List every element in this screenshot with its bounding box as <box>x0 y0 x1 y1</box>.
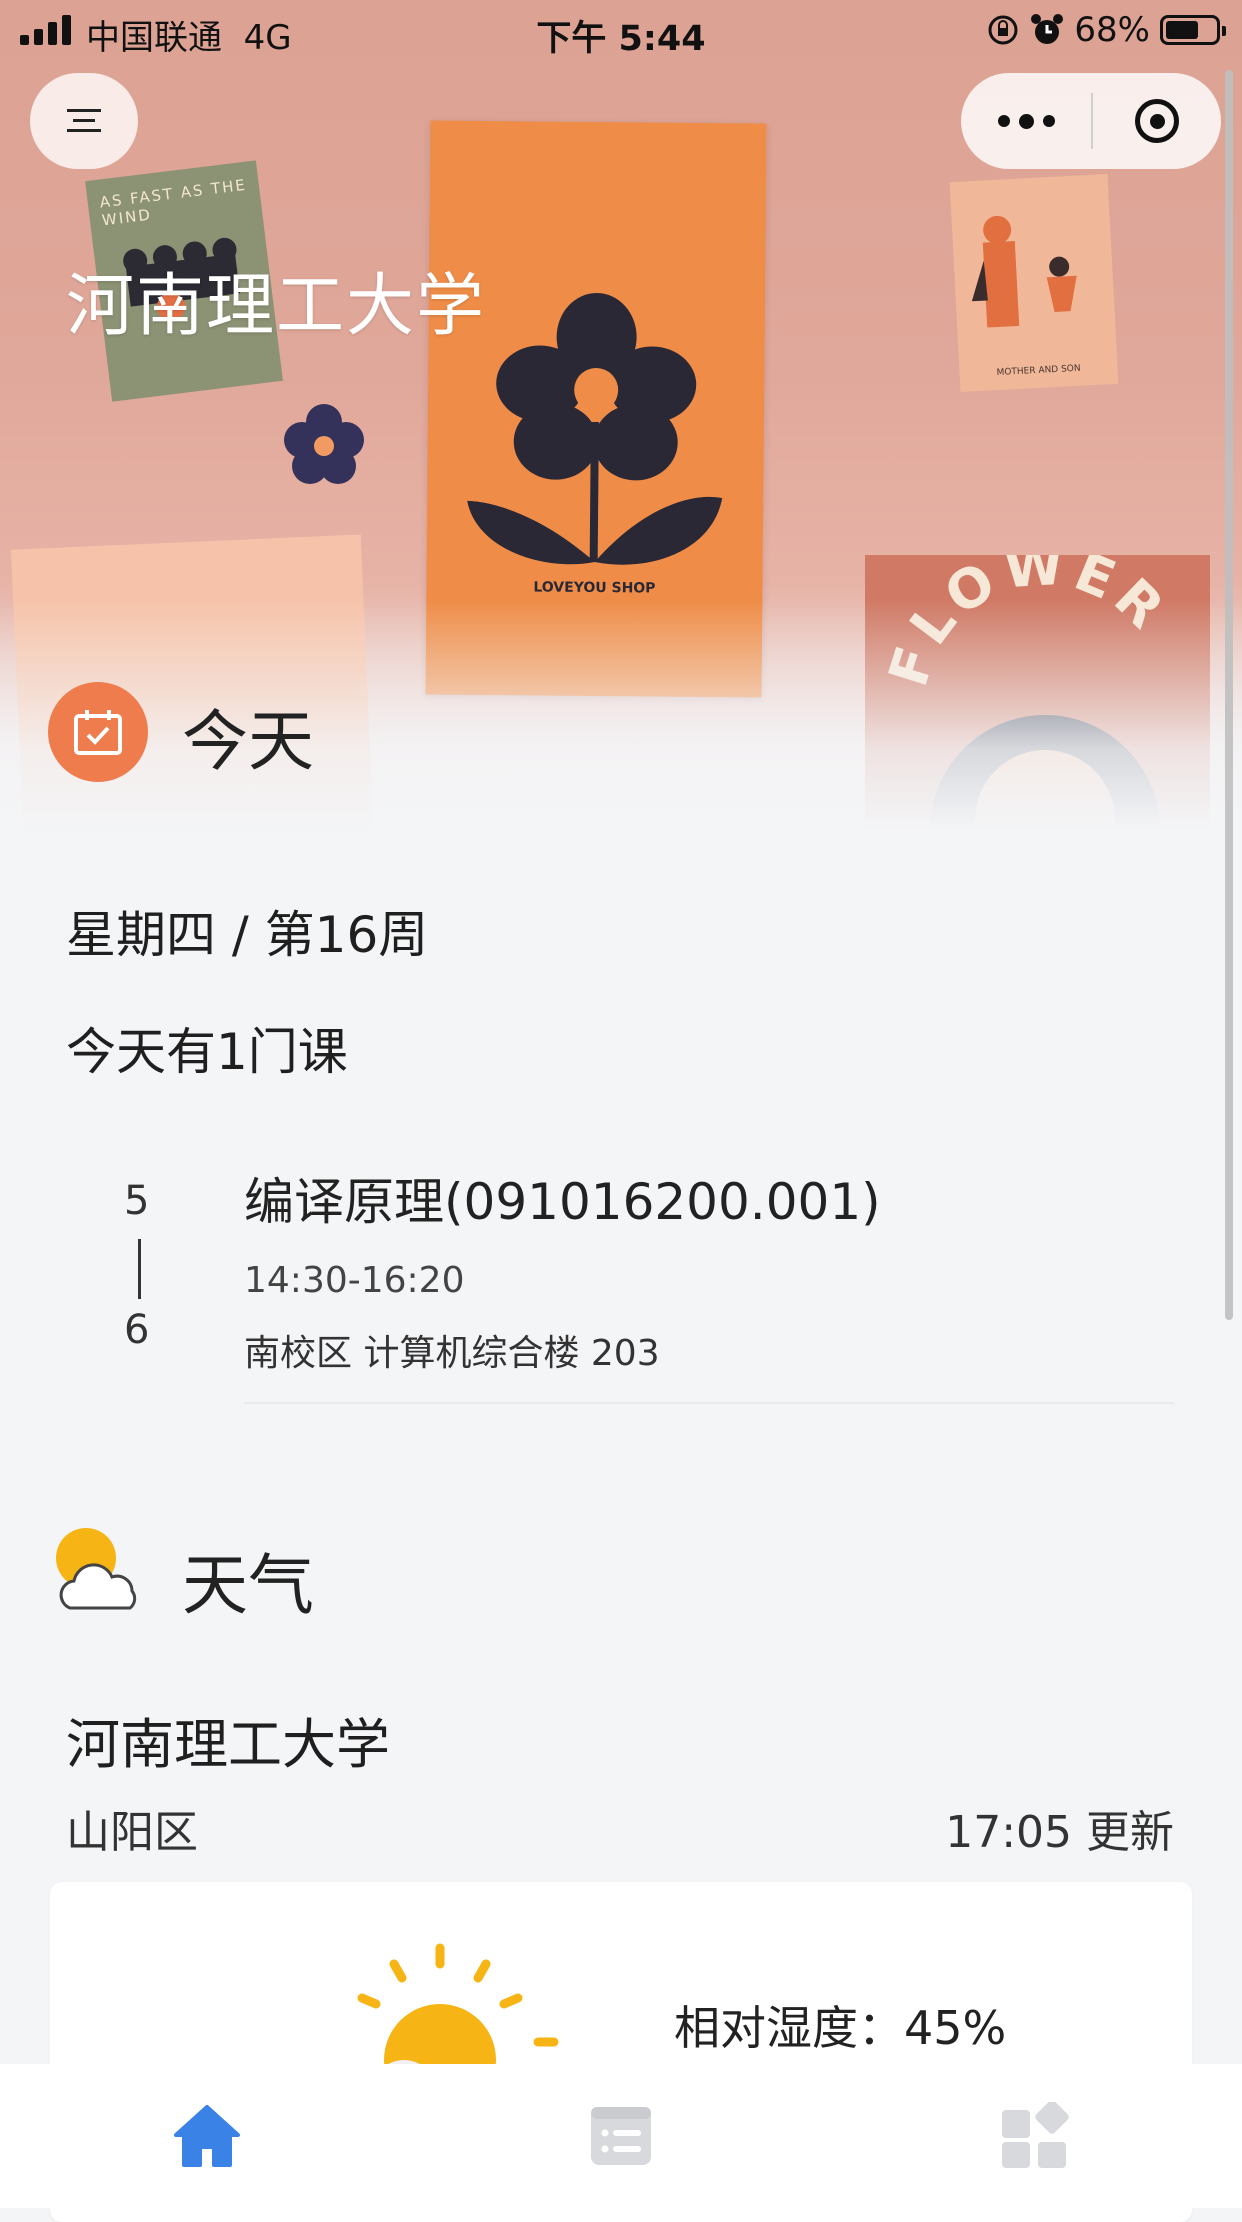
course-time: 14:30-16:20 <box>244 1260 465 1301</box>
more-dots-icon[interactable] <box>961 73 1091 169</box>
poster-flower-text: LOVEYOU SHOP <box>533 579 655 596</box>
course-count: 今天有1门课 <box>66 1023 348 1081</box>
battery-percent: 68% <box>1074 10 1150 50</box>
alarm-icon <box>1031 14 1064 44</box>
apps-grid-icon <box>1002 2102 1069 2168</box>
orientation-lock-icon <box>988 15 1018 45</box>
period-divider <box>138 1239 141 1299</box>
course-item[interactable]: 5 6 编译原理(091016200.001) 14:30-16:20 南校区 … <box>66 1150 1176 1405</box>
today-section-title: 今天 <box>182 703 314 780</box>
status-bar: 中国联通 4G 下午 5:44 68% <box>0 0 1242 62</box>
scrollbar[interactable] <box>1225 70 1233 1320</box>
list-icon <box>591 2107 651 2165</box>
mother-son-art: MOTHER AND SON <box>971 215 1081 378</box>
tab-bar <box>0 2064 1242 2208</box>
period-start: 5 <box>124 1178 150 1224</box>
tab-list[interactable] <box>414 2064 828 2208</box>
tab-apps[interactable] <box>828 2064 1242 2208</box>
home-icon <box>174 2105 240 2167</box>
weather-district: 山阳区 <box>66 1807 198 1858</box>
course-divider <box>244 1402 1174 1404</box>
target-close-icon[interactable] <box>1093 73 1221 169</box>
mini-program-capsule <box>961 73 1221 169</box>
poster-mother-son-text: MOTHER AND SON <box>996 364 1081 378</box>
menu-button[interactable] <box>30 73 138 169</box>
weather-section-title: 天气 <box>182 1547 314 1624</box>
period-end: 6 <box>124 1307 150 1353</box>
sun-cloud-icon <box>56 1528 137 1610</box>
course-name: 编译原理(091016200.001) <box>244 1173 881 1231</box>
week-info: 星期四 / 第16周 <box>66 906 429 964</box>
poster-mother-son: MOTHER AND SON <box>949 174 1119 392</box>
hero-title: 河南理工大学 <box>66 267 487 346</box>
status-right: 68% <box>986 10 1226 50</box>
weather-update-time: 17:05 更新 <box>945 1807 1174 1858</box>
course-room: 南校区 计算机综合楼 203 <box>244 1333 660 1374</box>
battery-icon <box>1160 15 1226 45</box>
tab-home[interactable] <box>0 2064 414 2208</box>
humidity-value: 相对湿度：45% <box>674 2001 1007 2055</box>
weather-location: 河南理工大学 <box>66 1713 390 1776</box>
small-flower-sticker <box>284 404 364 484</box>
calendar-check-icon <box>48 682 148 782</box>
menu-icon <box>67 109 101 132</box>
